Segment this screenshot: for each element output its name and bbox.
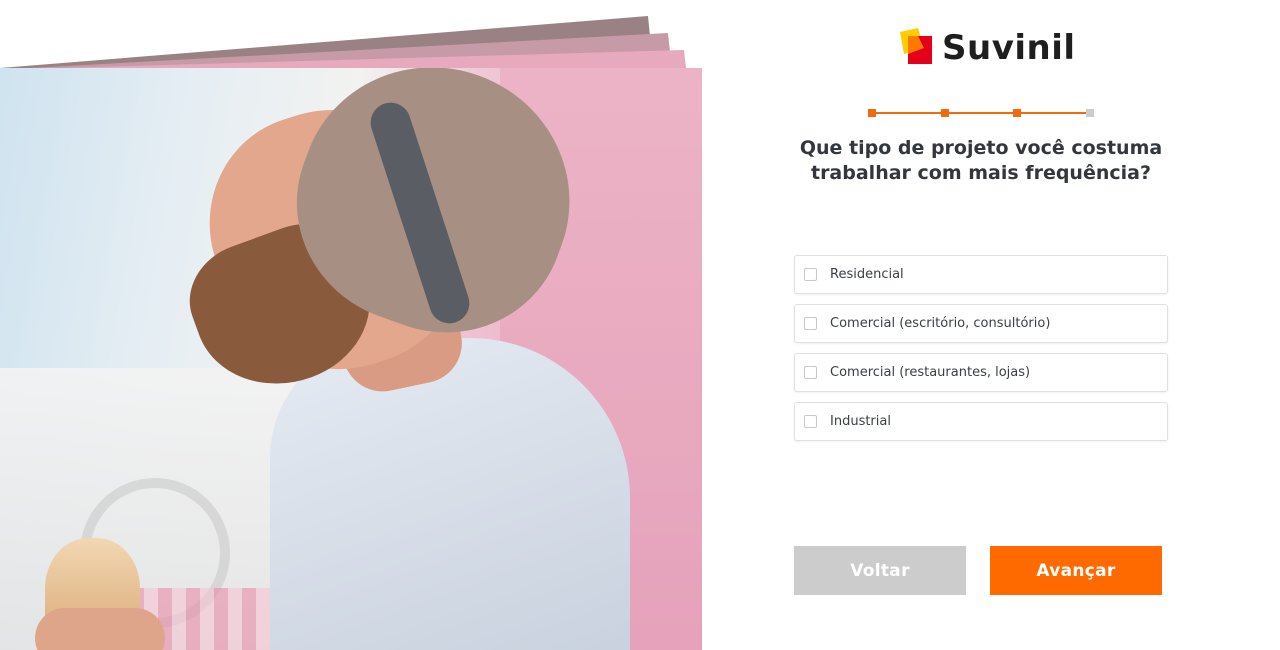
question-heading: Que tipo de projeto você costuma trabalh…	[780, 136, 1182, 186]
option-industrial[interactable]: Industrial	[794, 402, 1168, 441]
back-button[interactable]: Voltar	[794, 546, 966, 595]
checkbox[interactable]	[804, 268, 817, 281]
question-line-1: Que tipo de projeto você costuma	[799, 137, 1163, 159]
step-dot-3	[1013, 109, 1021, 117]
checkbox[interactable]	[804, 415, 817, 428]
checkbox[interactable]	[804, 317, 817, 330]
option-residencial[interactable]: Residencial	[794, 255, 1168, 294]
page-stack-decoration	[0, 16, 686, 68]
option-label: Comercial (escritório, consultório)	[830, 316, 1051, 331]
step-connector-1	[876, 112, 941, 114]
progress-stepper	[868, 108, 1094, 118]
option-label: Comercial (restaurantes, lojas)	[830, 365, 1031, 380]
person-hand	[35, 608, 165, 650]
step-dot-1	[868, 109, 876, 117]
step-connector-2	[949, 112, 1014, 114]
suvinil-logo-icon	[900, 28, 932, 64]
project-type-options: Residencial Comercial (escritório, consu…	[794, 255, 1168, 451]
option-label: Residencial	[830, 267, 904, 282]
hero-photo-panel	[0, 0, 702, 650]
option-comercial-restaurantes[interactable]: Comercial (restaurantes, lojas)	[794, 353, 1168, 392]
step-connector-3	[1021, 112, 1086, 114]
option-label: Industrial	[830, 414, 891, 429]
step-dot-4	[1086, 109, 1094, 117]
onboarding-page: Suvinil Que tipo de projeto você costuma…	[0, 0, 1280, 650]
person-shirt	[270, 338, 630, 650]
next-button[interactable]: Avançar	[990, 546, 1162, 595]
checkbox[interactable]	[804, 366, 817, 379]
question-line-2: trabalhar com mais frequência?	[810, 162, 1151, 184]
suvinil-logo: Suvinil	[894, 28, 1076, 68]
step-dot-2	[941, 109, 949, 117]
logo-wordmark: Suvinil	[942, 28, 1076, 68]
hero-photo	[0, 68, 702, 650]
option-comercial-escritorio[interactable]: Comercial (escritório, consultório)	[794, 304, 1168, 343]
